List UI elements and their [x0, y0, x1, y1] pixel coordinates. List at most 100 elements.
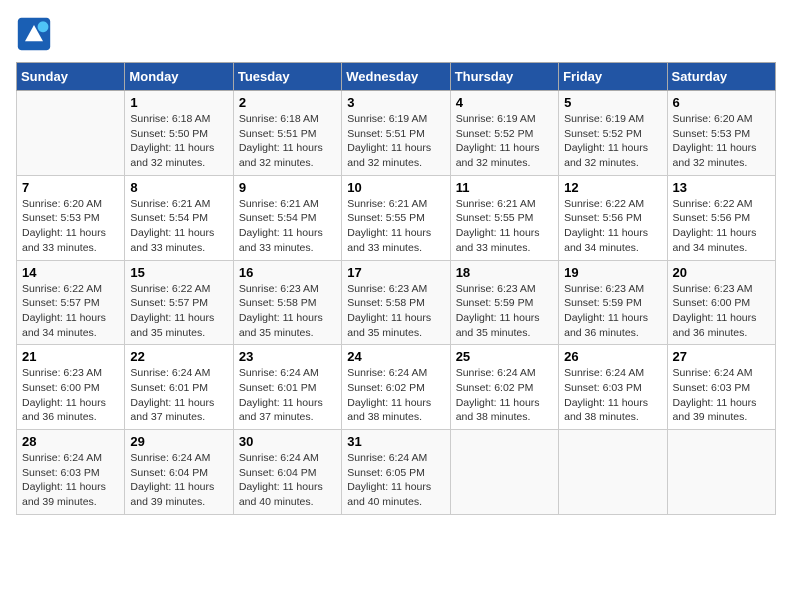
day-info: Sunrise: 6:22 AM Sunset: 5:56 PM Dayligh… — [564, 197, 661, 256]
day-cell — [17, 91, 125, 176]
day-cell: 8 Sunrise: 6:21 AM Sunset: 5:54 PM Daylig… — [125, 175, 233, 260]
day-number: 24 — [347, 349, 444, 364]
day-info: Sunrise: 6:23 AM Sunset: 5:58 PM Dayligh… — [239, 282, 336, 341]
day-number: 14 — [22, 265, 119, 280]
day-cell: 27 Sunrise: 6:24 AM Sunset: 6:03 PM Dayli… — [667, 345, 775, 430]
day-number: 26 — [564, 349, 661, 364]
week-row-4: 21Sunrise: 6:23 AM Sunset: 6:00 PM Dayli… — [17, 345, 776, 430]
day-cell: 26 Sunrise: 6:24 AM Sunset: 6:03 PM Dayli… — [559, 345, 667, 430]
day-cell: 15Sunrise: 6:22 AM Sunset: 5:57 PM Dayli… — [125, 260, 233, 345]
day-number: 31 — [347, 434, 444, 449]
day-info: Sunrise: 6:24 AM Sunset: 6:03 PM Dayligh… — [22, 451, 119, 510]
day-info: Sunrise: 6:19 AM Sunset: 5:52 PM Dayligh… — [456, 112, 553, 171]
col-header-monday: Monday — [125, 63, 233, 91]
header — [16, 16, 776, 52]
day-cell: 19Sunrise: 6:23 AM Sunset: 5:59 PM Dayli… — [559, 260, 667, 345]
day-number: 29 — [130, 434, 227, 449]
day-number: 11 — [456, 180, 553, 195]
day-cell — [450, 430, 558, 515]
day-cell — [667, 430, 775, 515]
header-row: SundayMondayTuesdayWednesdayThursdayFrid… — [17, 63, 776, 91]
week-row-2: 7Sunrise: 6:20 AM Sunset: 5:53 PM Daylig… — [17, 175, 776, 260]
day-info: Sunrise: 6:18 AM Sunset: 5:50 PM Dayligh… — [130, 112, 227, 171]
day-cell: 30 Sunrise: 6:24 AM Sunset: 6:04 PM Dayli… — [233, 430, 341, 515]
day-info: Sunrise: 6:24 AM Sunset: 6:04 PM Dayligh… — [130, 451, 227, 510]
day-info: Sunrise: 6:24 AM Sunset: 6:03 PM Dayligh… — [673, 366, 770, 425]
day-number: 4 — [456, 95, 553, 110]
day-info: Sunrise: 6:20 AM Sunset: 5:53 PM Dayligh… — [673, 112, 770, 171]
col-header-tuesday: Tuesday — [233, 63, 341, 91]
day-cell: 6 Sunrise: 6:20 AM Sunset: 5:53 PM Daylig… — [667, 91, 775, 176]
col-header-wednesday: Wednesday — [342, 63, 450, 91]
day-number: 3 — [347, 95, 444, 110]
day-number: 8 — [130, 180, 227, 195]
day-info: Sunrise: 6:22 AM Sunset: 5:56 PM Dayligh… — [673, 197, 770, 256]
day-number: 18 — [456, 265, 553, 280]
day-number: 20 — [673, 265, 770, 280]
col-header-thursday: Thursday — [450, 63, 558, 91]
day-number: 15 — [130, 265, 227, 280]
day-cell: 18 Sunrise: 6:23 AM Sunset: 5:59 PM Dayli… — [450, 260, 558, 345]
day-cell: 11 Sunrise: 6:21 AM Sunset: 5:55 PM Dayli… — [450, 175, 558, 260]
day-cell: 13 Sunrise: 6:22 AM Sunset: 5:56 PM Dayli… — [667, 175, 775, 260]
day-cell: 17 Sunrise: 6:23 AM Sunset: 5:58 PM Dayli… — [342, 260, 450, 345]
day-info: Sunrise: 6:21 AM Sunset: 5:54 PM Dayligh… — [130, 197, 227, 256]
logo — [16, 16, 56, 52]
day-info: Sunrise: 6:21 AM Sunset: 5:55 PM Dayligh… — [347, 197, 444, 256]
day-cell: 29 Sunrise: 6:24 AM Sunset: 6:04 PM Dayli… — [125, 430, 233, 515]
day-cell: 16 Sunrise: 6:23 AM Sunset: 5:58 PM Dayli… — [233, 260, 341, 345]
week-row-3: 14 Sunrise: 6:22 AM Sunset: 5:57 PM Dayli… — [17, 260, 776, 345]
day-number: 22 — [130, 349, 227, 364]
week-row-1: 1Sunrise: 6:18 AM Sunset: 5:50 PM Daylig… — [17, 91, 776, 176]
day-info: Sunrise: 6:24 AM Sunset: 6:03 PM Dayligh… — [564, 366, 661, 425]
day-cell: 21Sunrise: 6:23 AM Sunset: 6:00 PM Dayli… — [17, 345, 125, 430]
day-cell — [559, 430, 667, 515]
day-info: Sunrise: 6:24 AM Sunset: 6:01 PM Dayligh… — [130, 366, 227, 425]
day-info: Sunrise: 6:22 AM Sunset: 5:57 PM Dayligh… — [22, 282, 119, 341]
day-number: 6 — [673, 95, 770, 110]
day-cell: 14 Sunrise: 6:22 AM Sunset: 5:57 PM Dayli… — [17, 260, 125, 345]
day-number: 13 — [673, 180, 770, 195]
day-cell: 20 Sunrise: 6:23 AM Sunset: 6:00 PM Dayli… — [667, 260, 775, 345]
day-cell: 28Sunrise: 6:24 AM Sunset: 6:03 PM Dayli… — [17, 430, 125, 515]
day-number: 12 — [564, 180, 661, 195]
day-info: Sunrise: 6:24 AM Sunset: 6:01 PM Dayligh… — [239, 366, 336, 425]
day-cell: 12 Sunrise: 6:22 AM Sunset: 5:56 PM Dayli… — [559, 175, 667, 260]
day-info: Sunrise: 6:23 AM Sunset: 5:59 PM Dayligh… — [456, 282, 553, 341]
day-info: Sunrise: 6:23 AM Sunset: 5:58 PM Dayligh… — [347, 282, 444, 341]
day-cell: 7Sunrise: 6:20 AM Sunset: 5:53 PM Daylig… — [17, 175, 125, 260]
logo-icon — [16, 16, 52, 52]
week-row-5: 28Sunrise: 6:24 AM Sunset: 6:03 PM Dayli… — [17, 430, 776, 515]
day-info: Sunrise: 6:19 AM Sunset: 5:51 PM Dayligh… — [347, 112, 444, 171]
day-info: Sunrise: 6:24 AM Sunset: 6:05 PM Dayligh… — [347, 451, 444, 510]
day-info: Sunrise: 6:23 AM Sunset: 6:00 PM Dayligh… — [673, 282, 770, 341]
day-info: Sunrise: 6:24 AM Sunset: 6:04 PM Dayligh… — [239, 451, 336, 510]
day-cell: 4 Sunrise: 6:19 AM Sunset: 5:52 PM Daylig… — [450, 91, 558, 176]
day-number: 25 — [456, 349, 553, 364]
day-info: Sunrise: 6:18 AM Sunset: 5:51 PM Dayligh… — [239, 112, 336, 171]
col-header-friday: Friday — [559, 63, 667, 91]
day-cell: 3 Sunrise: 6:19 AM Sunset: 5:51 PM Daylig… — [342, 91, 450, 176]
day-cell: 2 Sunrise: 6:18 AM Sunset: 5:51 PM Daylig… — [233, 91, 341, 176]
col-header-saturday: Saturday — [667, 63, 775, 91]
day-cell: 5Sunrise: 6:19 AM Sunset: 5:52 PM Daylig… — [559, 91, 667, 176]
day-cell: 9Sunrise: 6:21 AM Sunset: 5:54 PM Daylig… — [233, 175, 341, 260]
day-cell: 31 Sunrise: 6:24 AM Sunset: 6:05 PM Dayli… — [342, 430, 450, 515]
day-number: 16 — [239, 265, 336, 280]
day-number: 9 — [239, 180, 336, 195]
day-number: 30 — [239, 434, 336, 449]
day-number: 5 — [564, 95, 661, 110]
day-number: 27 — [673, 349, 770, 364]
day-cell: 10 Sunrise: 6:21 AM Sunset: 5:55 PM Dayli… — [342, 175, 450, 260]
day-number: 2 — [239, 95, 336, 110]
col-header-sunday: Sunday — [17, 63, 125, 91]
day-number: 10 — [347, 180, 444, 195]
day-cell: 22 Sunrise: 6:24 AM Sunset: 6:01 PM Dayli… — [125, 345, 233, 430]
day-info: Sunrise: 6:23 AM Sunset: 5:59 PM Dayligh… — [564, 282, 661, 341]
day-info: Sunrise: 6:24 AM Sunset: 6:02 PM Dayligh… — [456, 366, 553, 425]
day-cell: 25 Sunrise: 6:24 AM Sunset: 6:02 PM Dayli… — [450, 345, 558, 430]
day-number: 23 — [239, 349, 336, 364]
day-info: Sunrise: 6:21 AM Sunset: 5:55 PM Dayligh… — [456, 197, 553, 256]
calendar-table: SundayMondayTuesdayWednesdayThursdayFrid… — [16, 62, 776, 515]
day-number: 17 — [347, 265, 444, 280]
